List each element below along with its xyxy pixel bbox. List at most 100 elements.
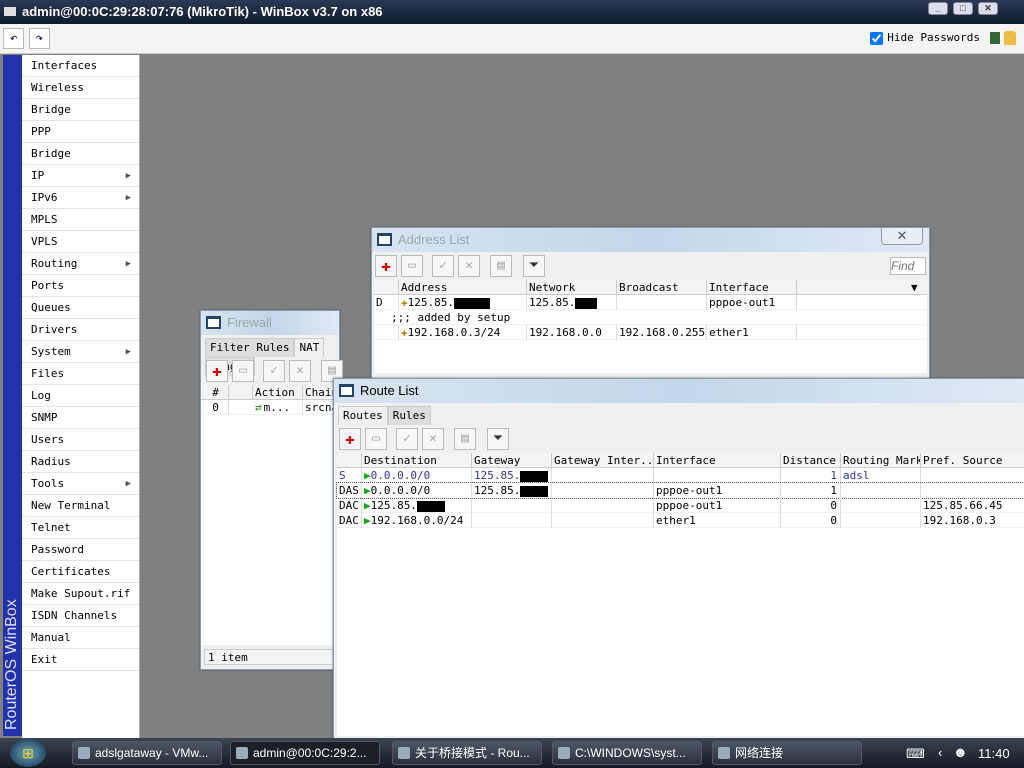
tab-rules[interactable]: Rules [387, 406, 431, 425]
start-button[interactable]: ⊞ [10, 739, 46, 767]
tab-nat[interactable]: NAT [294, 338, 325, 357]
col-gateway[interactable]: Gateway [472, 453, 552, 468]
enable-button[interactable]: ✓ [396, 428, 418, 450]
enable-button[interactable]: ✓ [432, 255, 454, 277]
col-action[interactable]: Action [253, 385, 303, 400]
col-flag[interactable] [374, 280, 399, 295]
col-address[interactable]: Address [399, 280, 527, 295]
table-row[interactable]: DAS ▶0.0.0.0/0 125.85. pppoe-out1 1 [336, 482, 1024, 499]
col-network[interactable]: Network [527, 280, 617, 295]
col-distance[interactable]: Distance [781, 453, 841, 468]
sidebar-item-interfaces[interactable]: Interfaces [22, 55, 139, 77]
table-row[interactable]: S ▶0.0.0.0/0 125.85. 1 adsl [337, 468, 1024, 483]
taskbar-item[interactable]: 关于桥接模式 - Rou... [392, 741, 542, 765]
hide-passwords-check[interactable] [870, 31, 884, 45]
sidebar-item-ports[interactable]: Ports [22, 275, 139, 297]
taskbar-item-label: 网络连接 [735, 746, 784, 760]
comment-button[interactable]: ▤ [454, 428, 476, 450]
col-pref-source[interactable]: Pref. Source [921, 453, 1024, 468]
col-gateway-interface[interactable]: Gateway Inter... [552, 453, 654, 468]
table-row[interactable]: DAC ▶192.168.0.0/24 ether1 0 192.168.0.3 [337, 513, 1024, 528]
qq-icon[interactable]: ☻ [953, 744, 968, 760]
column-menu-icon[interactable]: ▼ [909, 280, 927, 295]
sidebar-item-ipv6[interactable]: IPv6 ▶ [22, 187, 139, 209]
table-row[interactable]: 0 ⇄ m... srcnat [201, 400, 343, 415]
enable-button[interactable]: ✓ [263, 360, 285, 382]
taskbar-item[interactable]: 网络连接 [712, 741, 862, 765]
filter-icon[interactable]: ⏷ [523, 255, 545, 277]
tray-expand-icon[interactable]: ‹ [938, 745, 942, 760]
route-list-titlebar[interactable]: Route List [334, 379, 1024, 403]
close-button[interactable]: ✕ [881, 227, 923, 245]
redo-icon[interactable]: ↷ [29, 28, 50, 49]
sidebar-item-ip[interactable]: IP ▶ [22, 165, 139, 187]
taskbar-item[interactable]: admin@00:0C:29:2... [230, 741, 380, 765]
find-input[interactable] [890, 257, 926, 275]
sidebar-item-bridge[interactable]: Bridge [22, 143, 139, 165]
sidebar-item-label: IP [31, 169, 45, 182]
sidebar-item-snmp[interactable]: SNMP [22, 407, 139, 429]
sidebar-item-queues[interactable]: Queues [22, 297, 139, 319]
comment-row[interactable]: ;;; added by setup [374, 310, 927, 325]
table-row[interactable]: DAC ▶125.85. pppoe-out1 0 125.85.66.45 [337, 498, 1024, 513]
col-interface[interactable]: Interface [654, 453, 781, 468]
col-num[interactable]: # [201, 385, 229, 400]
sidebar-item-tools[interactable]: Tools ▶ [22, 473, 139, 495]
add-button[interactable]: ✚ [375, 255, 397, 277]
keyboard-icon[interactable]: ⌨ [906, 746, 925, 762]
col-flag[interactable] [337, 453, 362, 468]
tab-filter-rules[interactable]: Filter Rules [205, 338, 295, 357]
sidebar-item-mpls[interactable]: MPLS [22, 209, 139, 231]
sidebar-item-drivers[interactable]: Drivers [22, 319, 139, 341]
tab-routes[interactable]: Routes [338, 406, 388, 425]
close-button[interactable]: ✕ [978, 2, 998, 15]
sidebar-item-log[interactable]: Log [22, 385, 139, 407]
sidebar-item-radius[interactable]: Radius [22, 451, 139, 473]
sidebar-item-make-supout-rif[interactable]: Make Supout.rif [22, 583, 139, 605]
sidebar-item-new-terminal[interactable]: New Terminal [22, 495, 139, 517]
col-routing-mark[interactable]: Routing Mark [841, 453, 921, 468]
sidebar-item-password[interactable]: Password [22, 539, 139, 561]
sidebar-item-bridge[interactable]: Bridge [22, 99, 139, 121]
filter-icon[interactable]: ⏷ [487, 428, 509, 450]
minimize-button[interactable]: _ [928, 2, 948, 15]
table-row[interactable]: D ✚125.85. 125.85. pppoe-out1 [374, 295, 927, 310]
sidebar-item-manual[interactable]: Manual [22, 627, 139, 649]
disable-button[interactable]: ✕ [422, 428, 444, 450]
comment-button[interactable]: ▤ [490, 255, 512, 277]
sidebar-item-label: Password [31, 543, 84, 556]
disable-button[interactable]: ✕ [289, 360, 311, 382]
add-button[interactable]: ✚ [206, 360, 228, 382]
remove-button[interactable]: ▭ [232, 360, 254, 382]
maximize-button[interactable]: □ [953, 2, 973, 15]
sidebar-item-vpls[interactable]: VPLS [22, 231, 139, 253]
address-list-titlebar[interactable]: Address List ✕ [372, 227, 929, 252]
add-button[interactable]: ✚ [339, 428, 361, 450]
taskbar-item[interactable]: C:\WINDOWS\syst... [552, 741, 702, 765]
undo-icon[interactable]: ↶ [3, 28, 24, 49]
disable-button[interactable]: ✕ [458, 255, 480, 277]
sidebar-item-routing[interactable]: Routing ▶ [22, 253, 139, 275]
sidebar-item-files[interactable]: Files [22, 363, 139, 385]
sidebar-item-wireless[interactable]: Wireless [22, 77, 139, 99]
sidebar-item-ppp[interactable]: PPP [22, 121, 139, 143]
sidebar-item-isdn-channels[interactable]: ISDN Channels [22, 605, 139, 627]
table-row[interactable]: ✚192.168.0.3/24 192.168.0.0 192.168.0.25… [374, 325, 927, 340]
sidebar-item-users[interactable]: Users [22, 429, 139, 451]
taskbar-item[interactable]: adslgataway - VMw... [72, 741, 222, 765]
hide-passwords-checkbox[interactable]: Hide Passwords [870, 31, 980, 45]
sidebar-item-exit[interactable]: Exit [22, 649, 139, 671]
sidebar-item-system[interactable]: System ▶ [22, 341, 139, 363]
sidebar-item-telnet[interactable]: Telnet [22, 517, 139, 539]
col-interface[interactable]: Interface [707, 280, 797, 295]
clock[interactable]: 11:40 [978, 746, 1010, 761]
col-flag[interactable] [229, 385, 253, 400]
col-destination[interactable]: Destination [362, 453, 472, 468]
cell-text: 125.85. [474, 484, 521, 497]
remove-button[interactable]: ▭ [401, 255, 423, 277]
sidebar-item-certificates[interactable]: Certificates [22, 561, 139, 583]
firewall-titlebar[interactable]: Firewall [201, 311, 339, 335]
remove-button[interactable]: ▭ [365, 428, 387, 450]
cell-action: ⇄ m... [253, 400, 303, 415]
col-broadcast[interactable]: Broadcast [617, 280, 707, 295]
